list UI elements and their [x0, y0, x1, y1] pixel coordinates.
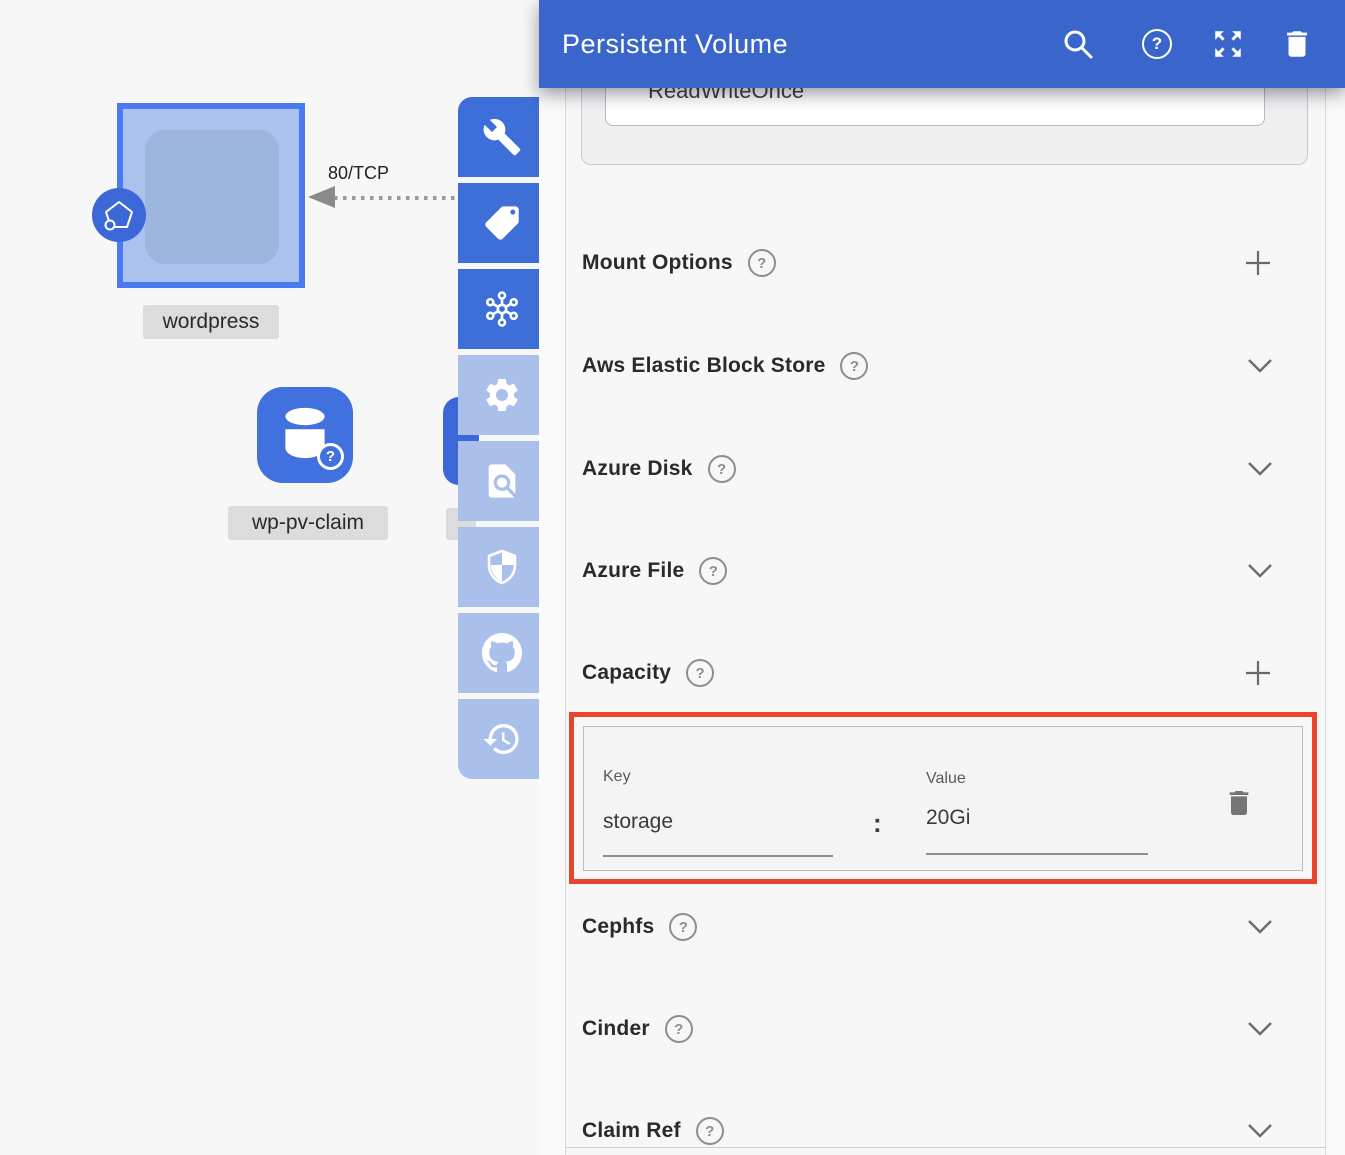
add-icon[interactable] — [1243, 658, 1273, 688]
node-wp-pv-claim[interactable]: ? — [257, 387, 353, 483]
search-icon — [1061, 27, 1095, 61]
key-value-separator: : — [873, 808, 882, 839]
section-title: Cinder — [582, 1017, 650, 1041]
section-azure-disk: Azure Disk ? — [566, 449, 1325, 489]
section-aws-elastic-block-store: Aws Elastic Block Store ? — [566, 346, 1325, 386]
chevron-down-icon[interactable] — [1247, 563, 1273, 579]
help-icon[interactable]: ? — [665, 1015, 693, 1043]
panel-title: Persistent Volume — [562, 29, 788, 60]
section-title: Mount Options — [582, 251, 733, 275]
help-icon[interactable]: ? — [696, 1117, 724, 1145]
section-cinder: Cinder ? — [566, 1009, 1325, 1049]
help-icon[interactable]: ? — [840, 352, 868, 380]
shield-icon — [482, 547, 522, 587]
tag-icon — [482, 203, 522, 243]
help-icon[interactable]: ? — [708, 455, 736, 483]
chevron-down-icon[interactable] — [1247, 1021, 1273, 1037]
node-wordpress[interactable] — [117, 103, 305, 288]
section-title: Azure Disk — [582, 457, 693, 481]
help-button[interactable]: ? — [1142, 29, 1172, 59]
fullscreen-button[interactable] — [1211, 27, 1245, 61]
fullscreen-icon — [1211, 27, 1245, 61]
value-label: Value — [926, 770, 966, 788]
content-bottom-divider — [566, 1147, 1325, 1148]
toolbar-history-button[interactable] — [458, 699, 546, 779]
toolbar-wrench-button[interactable] — [458, 97, 546, 177]
pod-badge-icon — [92, 188, 146, 242]
add-icon[interactable] — [1243, 248, 1273, 278]
help-icon[interactable]: ? — [699, 557, 727, 585]
edge-label: 80/TCP — [328, 163, 389, 184]
hub-icon — [482, 289, 522, 329]
chevron-down-icon[interactable] — [1247, 358, 1273, 374]
search-button[interactable] — [1061, 27, 1095, 61]
help-icon: ? — [1142, 29, 1172, 59]
edge-dotted-line — [334, 196, 460, 200]
toolbar-document-search-button[interactable] — [458, 441, 546, 521]
section-capacity: Capacity ? — [566, 653, 1325, 693]
toolbar-github-button[interactable] — [458, 613, 546, 693]
toolbar-settings-button[interactable] — [458, 355, 546, 435]
history-icon — [482, 719, 522, 759]
delete-button[interactable] — [1280, 27, 1314, 61]
section-title: Azure File — [582, 559, 684, 583]
help-icon[interactable]: ? — [748, 249, 776, 277]
value-input-underline — [926, 853, 1148, 855]
section-azure-file: Azure File ? — [566, 551, 1325, 591]
trash-icon — [1223, 785, 1255, 821]
chevron-down-icon[interactable] — [1247, 919, 1273, 935]
node-label-wordpress: wordpress — [143, 305, 279, 339]
panel-content: ReadWriteOnce Mount Options ? Aws Elasti… — [565, 0, 1326, 1155]
toolbar-shield-button[interactable] — [458, 527, 546, 607]
section-title: Claim Ref — [582, 1119, 681, 1143]
gear-icon — [482, 375, 522, 415]
capacity-entry-row — [583, 726, 1303, 871]
question-badge-icon: ? — [317, 443, 344, 470]
help-icon[interactable]: ? — [686, 659, 714, 687]
key-input-underline — [603, 855, 833, 857]
node-wordpress-inner — [145, 130, 279, 264]
chevron-down-icon[interactable] — [1247, 461, 1273, 477]
wrench-icon — [482, 117, 522, 157]
persistent-volume-panel: ReadWriteOnce Mount Options ? Aws Elasti… — [539, 0, 1345, 1155]
chevron-down-icon[interactable] — [1247, 1123, 1273, 1139]
delete-entry-button[interactable] — [1223, 785, 1255, 826]
help-icon[interactable]: ? — [669, 913, 697, 941]
section-mount-options: Mount Options ? — [566, 243, 1325, 283]
edge-arrowhead-icon — [308, 186, 335, 208]
section-title: Cephfs — [582, 915, 654, 939]
node-label-wp-pv-claim: wp-pv-claim — [228, 506, 388, 540]
section-cephfs: Cephfs ? — [566, 907, 1325, 947]
key-label: Key — [603, 768, 631, 786]
value-input[interactable]: 20Gi — [926, 806, 970, 830]
question-glyph: ? — [326, 448, 335, 465]
section-claim-ref: Claim Ref ? — [566, 1111, 1325, 1151]
diagram-toolbar — [458, 97, 546, 785]
toolbar-hub-button[interactable] — [458, 269, 546, 349]
toolbar-tag-button[interactable] — [458, 183, 546, 263]
github-icon — [482, 633, 522, 673]
panel-header: Persistent Volume ? — [539, 0, 1345, 88]
trash-icon — [1280, 27, 1314, 61]
section-title: Capacity — [582, 661, 671, 685]
document-search-icon — [482, 461, 522, 501]
key-input[interactable]: storage — [603, 810, 673, 834]
section-title: Aws Elastic Block Store — [582, 354, 825, 378]
